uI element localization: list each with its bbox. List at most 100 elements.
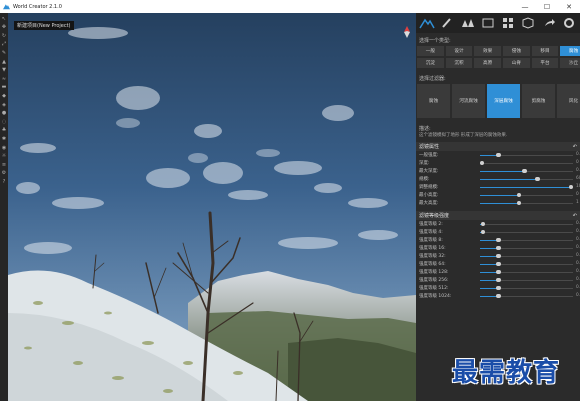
grid-texture-icon[interactable] bbox=[500, 15, 516, 31]
type-button[interactable]: 设计 bbox=[445, 46, 473, 56]
filter-button[interactable]: 腐蚀 bbox=[417, 84, 450, 118]
type-button[interactable]: 腐蚀 bbox=[560, 46, 580, 56]
raise-tool-icon[interactable]: ▲ bbox=[1, 59, 7, 65]
slider-track[interactable] bbox=[480, 245, 573, 251]
slider-track[interactable] bbox=[480, 293, 573, 299]
slider-value: 0.5 bbox=[576, 168, 580, 173]
slider-handle[interactable] bbox=[522, 168, 527, 174]
type-button[interactable]: 移目 bbox=[531, 46, 559, 56]
slider-label: 强度等级 128: bbox=[419, 270, 449, 275]
slider-handle[interactable] bbox=[516, 192, 522, 198]
slider-handle[interactable] bbox=[479, 160, 485, 166]
slider-handle[interactable] bbox=[480, 229, 486, 235]
slider-track[interactable] bbox=[480, 237, 573, 243]
type-button[interactable]: 高原 bbox=[474, 58, 501, 68]
slider-handle[interactable] bbox=[496, 237, 501, 243]
brush-icon[interactable] bbox=[439, 15, 455, 31]
slider-track[interactable] bbox=[480, 229, 573, 235]
slider-handle[interactable] bbox=[568, 184, 574, 190]
type-button[interactable]: 沉积 bbox=[445, 58, 473, 68]
filter-button[interactable]: 深层腐蚀 bbox=[487, 84, 520, 118]
move-tool-icon[interactable]: ✥ bbox=[1, 24, 7, 30]
slider-handle[interactable] bbox=[496, 253, 501, 259]
slider-handle[interactable] bbox=[516, 200, 522, 206]
slider-handle[interactable] bbox=[480, 221, 486, 227]
reset-icon[interactable]: ↶ bbox=[573, 213, 577, 219]
maximize-button[interactable]: ☐ bbox=[536, 0, 558, 13]
tree-tool-icon[interactable]: ♣ bbox=[1, 127, 7, 133]
slider-track[interactable] bbox=[480, 152, 573, 158]
slider-track[interactable] bbox=[480, 184, 574, 190]
erode-tool-icon[interactable]: ◈ bbox=[1, 102, 7, 108]
close-button[interactable]: ✕ bbox=[558, 0, 580, 13]
map-icon[interactable] bbox=[480, 15, 496, 31]
filter-button[interactable]: 风化 bbox=[557, 84, 580, 118]
settings-gear-icon[interactable] bbox=[561, 15, 577, 31]
paint-tool-icon[interactable]: ● bbox=[1, 110, 7, 116]
filter-button[interactable]: 河流腐蚀 bbox=[452, 84, 485, 118]
slider-handle[interactable] bbox=[496, 152, 501, 158]
type-button[interactable]: 侵蚀 bbox=[502, 46, 530, 56]
stamp-tool-icon[interactable]: ◆ bbox=[1, 93, 7, 99]
slider-label: 强度等级 512: bbox=[419, 286, 449, 291]
lower-tool-icon[interactable]: ▼ bbox=[1, 67, 7, 73]
trees-icon[interactable] bbox=[460, 15, 476, 31]
slider-handle[interactable] bbox=[496, 269, 501, 275]
orientation-gizmo-icon[interactable] bbox=[402, 25, 412, 39]
slider-value: 0.2 bbox=[576, 253, 580, 258]
type-button[interactable]: 沉淀 bbox=[417, 58, 444, 68]
type-button[interactable]: 平台 bbox=[531, 58, 559, 68]
minimize-button[interactable]: — bbox=[514, 0, 536, 13]
type-button[interactable]: 沙丘 bbox=[560, 58, 580, 68]
slider-track[interactable] bbox=[480, 269, 573, 275]
type-button[interactable]: 一般 bbox=[417, 46, 444, 56]
terrain-mountain-icon[interactable] bbox=[419, 15, 435, 31]
level-strength-header[interactable]: 滤镜等级强度 ↶ bbox=[416, 211, 580, 220]
slider-label: 强度等级 256: bbox=[419, 278, 449, 283]
slider-track[interactable] bbox=[480, 261, 573, 267]
slider-track[interactable] bbox=[480, 221, 573, 227]
slider-track[interactable] bbox=[479, 160, 573, 166]
terrain-viewport[interactable]: 新建项目(New Project) bbox=[8, 13, 416, 401]
export-icon[interactable] bbox=[541, 15, 557, 31]
help-tool-icon[interactable]: ? bbox=[1, 179, 7, 185]
layer-tool-icon[interactable]: ≡ bbox=[1, 162, 7, 168]
filter-properties-header[interactable]: 滤镜属性 ↶ bbox=[416, 142, 580, 151]
slider-handle[interactable] bbox=[496, 285, 501, 291]
smooth-tool-icon[interactable]: ≈ bbox=[1, 76, 7, 82]
slider-track[interactable] bbox=[480, 168, 573, 174]
slider-row: 强度等级 128: 0.2 bbox=[416, 268, 580, 276]
light-tool-icon[interactable]: ☼ bbox=[1, 153, 7, 159]
reset-icon[interactable]: ↶ bbox=[573, 144, 577, 150]
select-tool-icon[interactable]: ↖ bbox=[1, 16, 7, 22]
slider-value: 0.2 bbox=[576, 285, 580, 290]
flatten-tool-icon[interactable]: ▬ bbox=[1, 84, 7, 90]
slider-row: 最大高度: 1 bbox=[416, 199, 580, 207]
type-button[interactable]: 山脊 bbox=[502, 58, 530, 68]
slider-track[interactable] bbox=[480, 192, 573, 198]
slider-handle[interactable] bbox=[535, 176, 540, 182]
rotate-tool-icon[interactable]: ↻ bbox=[1, 33, 7, 39]
grass-tool-icon[interactable]: ✱ bbox=[1, 136, 7, 142]
filter-button[interactable]: 剪腐蚀 bbox=[522, 84, 555, 118]
slider-handle[interactable] bbox=[496, 293, 501, 299]
water-tool-icon[interactable]: ◌ bbox=[1, 119, 7, 125]
scale-tool-icon[interactable]: ⤢ bbox=[1, 41, 7, 47]
slider-value: 0.1 bbox=[576, 229, 580, 234]
brush-tool-icon[interactable]: ✎ bbox=[1, 50, 7, 56]
cube-icon[interactable] bbox=[520, 15, 536, 31]
type-button[interactable]: 效果 bbox=[474, 46, 501, 56]
slider-handle[interactable] bbox=[496, 261, 501, 267]
slider-value: 0.1 bbox=[576, 221, 580, 226]
slider-track[interactable] bbox=[480, 200, 573, 206]
slider-track[interactable] bbox=[480, 277, 573, 283]
slider-track[interactable] bbox=[480, 176, 573, 182]
slider-track[interactable] bbox=[480, 285, 573, 291]
level-strength-rows: 强度等级 2: 0.1 强度等级 4: 0.1 强度等级 8: 0.2 强度等级 16: 0.… bbox=[416, 220, 580, 300]
slider-track[interactable] bbox=[480, 253, 573, 259]
slider-handle[interactable] bbox=[496, 245, 501, 251]
settings-tool-icon[interactable]: ⚙ bbox=[1, 170, 7, 176]
slider-handle[interactable] bbox=[496, 277, 501, 283]
camera-tool-icon[interactable]: ◉ bbox=[1, 145, 7, 151]
slider-row: 强度等级 64: 0.2 bbox=[416, 260, 580, 268]
